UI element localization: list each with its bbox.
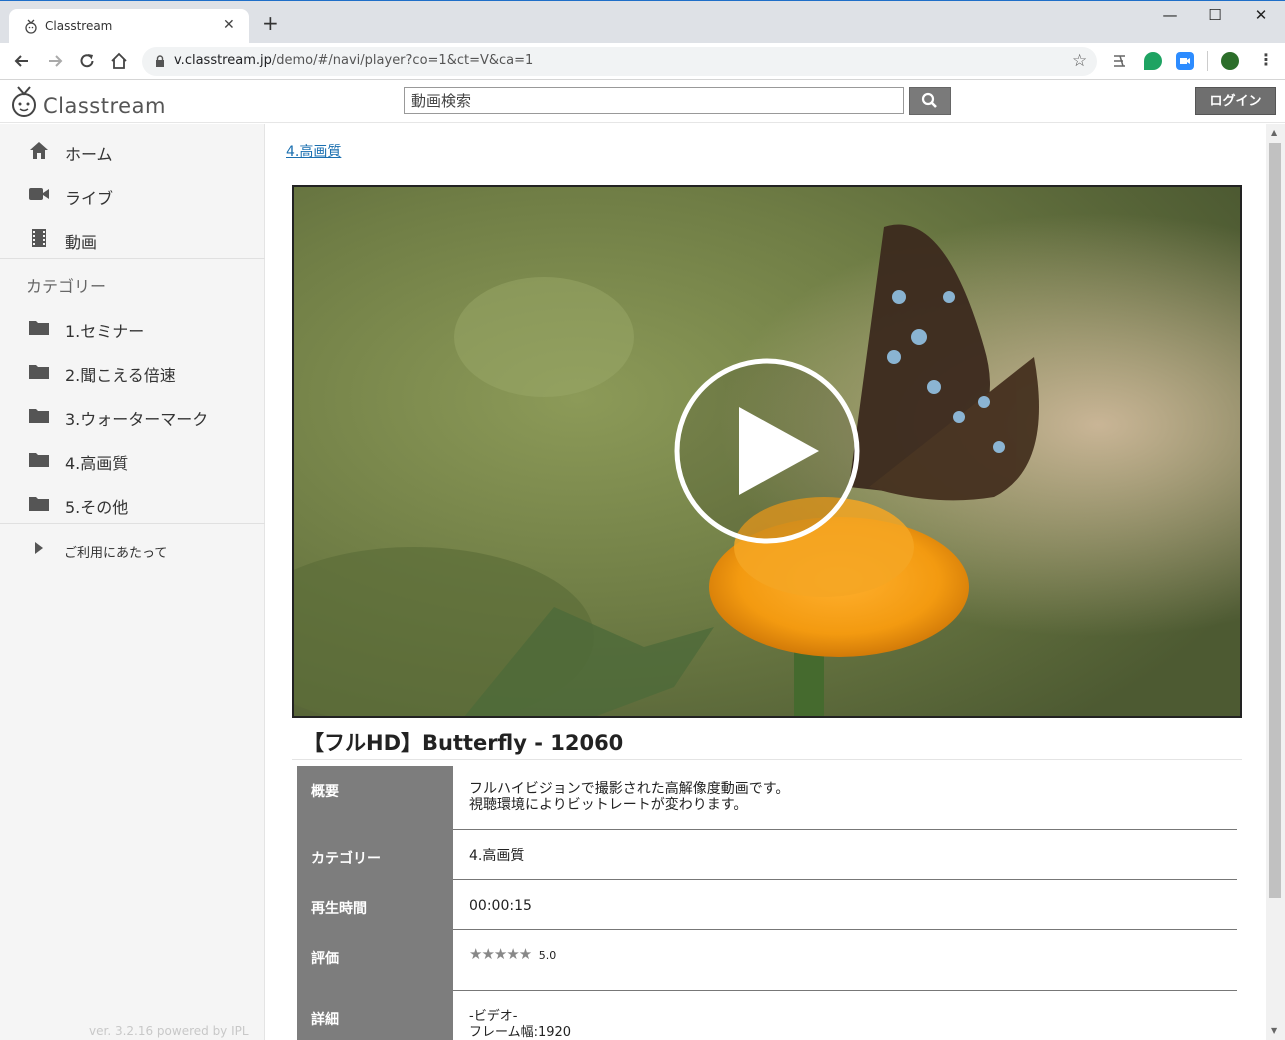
sidebar-item-live[interactable]: ライブ [0,174,265,214]
table-row: 評価 ★★★★★ 5.0 [297,930,1237,991]
video-search-input[interactable] [404,87,904,114]
extension-icon[interactable] [1111,52,1129,70]
scrollbar-thumb[interactable] [1269,143,1281,898]
sidebar: ホーム ライブ 動画 カテゴリー 1.セミナー 2.聞こえる倍速 3.ウォーター… [0,124,265,1040]
sidebar-item-about[interactable]: ご利用にあたって [0,530,265,570]
details-value-summary: フルハイビジョンで撮影された高解像度動画です。 視聴環境によりビットレートが変わ… [453,766,1237,830]
caret-right-icon [35,542,43,554]
url-text: v.classtream.jp/demo/#/navi/player?co=1&… [174,53,533,68]
sidebar-item-label: 4.高画質 [65,454,129,473]
sidebar-item-category-3[interactable]: 3.ウォーターマーク [0,395,265,435]
browser-tab[interactable]: Classtream ✕ [9,9,249,44]
details-head-summary: 概要 [297,766,453,830]
close-window-button[interactable]: ✕ [1251,6,1271,24]
tab-title: Classtream [45,19,113,33]
details-head-rating: 評価 [297,930,453,991]
url-path: /demo/#/navi/player?co=1&ct=V&ca=1 [271,53,534,68]
minimize-button[interactable]: — [1160,6,1180,24]
folder-icon [29,365,49,379]
about-label: ご利用にあたって [64,546,168,561]
maximize-button[interactable]: ☐ [1205,6,1225,24]
browser-tab-bar: Classtream ✕ + — ☐ ✕ [0,0,1285,44]
sidebar-item-label: 3.ウォーターマーク [65,410,209,429]
scroll-down-arrow-icon[interactable]: ▼ [1271,1026,1277,1035]
sidebar-item-category-2[interactable]: 2.聞こえる倍速 [0,351,265,391]
breadcrumb-link[interactable]: 4.高画質 [286,141,341,161]
details-value-duration: 00:00:15 [453,880,1237,930]
lock-icon [156,55,164,67]
table-row: 詳細 -ビデオ- フレーム幅:1920 [297,991,1237,1040]
summary-line-2: 視聴環境によりビットレートが変わります。 [469,797,748,813]
reload-icon[interactable] [77,51,97,71]
sidebar-item-label: ライブ [65,189,114,208]
table-row: 概要 フルハイビジョンで撮影された高解像度動画です。 視聴環境によりビットレート… [297,766,1237,830]
folder-icon [29,321,49,335]
app-header: Classtream ログイン [0,80,1285,123]
sidebar-item-category-4[interactable]: 4.高画質 [0,439,265,479]
browser-menu-icon[interactable]: ⋮ [1258,50,1274,69]
sidebar-divider [0,523,265,524]
video-player[interactable] [292,185,1242,718]
bookmark-star-icon[interactable]: ☆ [1072,51,1087,71]
logo-text: Classtream [43,94,166,118]
category-heading: カテゴリー [26,277,107,296]
home-icon [30,142,48,159]
details-value-category: 4.高画質 [453,830,1237,880]
detail-line-1: -ビデオ- [469,1009,518,1024]
search-button[interactable] [909,87,951,115]
video-camera-icon [29,188,49,200]
sidebar-item-home[interactable]: ホーム [0,130,265,170]
film-icon [32,229,46,247]
title-divider [292,759,1242,760]
browser-toolbar: v.classtream.jp/demo/#/navi/player?co=1&… [0,43,1285,80]
table-row: カテゴリー 4.高画質 [297,830,1237,880]
url-host: v.classtream.jp [174,53,272,68]
classtream-favicon-icon [25,19,37,34]
folder-icon [29,409,49,423]
version-text: ver. 3.2.16 powered by IPL [89,1024,249,1038]
zoom-extension-icon[interactable] [1176,52,1194,70]
classtream-logo-icon [12,86,36,117]
forward-arrow-icon[interactable] [45,51,65,71]
search-icon [921,92,937,108]
sidebar-item-label: ホーム [65,145,113,164]
scroll-up-arrow-icon[interactable]: ▲ [1271,128,1277,137]
rating-number: 5.0 [538,949,557,962]
home-page-icon[interactable] [109,51,129,71]
profile-avatar[interactable] [1221,52,1239,70]
classtream-logo[interactable]: Classtream [8,83,168,119]
page-scrollbar[interactable]: ▲ ▼ [1266,124,1285,1040]
sidebar-item-label: 5.その他 [65,498,129,517]
details-head-detail: 詳細 [297,991,453,1040]
back-arrow-icon[interactable] [12,51,32,71]
detail-line-2: フレーム幅:1920 [469,1025,572,1040]
sidebar-item-category-1[interactable]: 1.セミナー [0,307,265,347]
folder-icon [29,497,49,511]
hangouts-extension-icon[interactable] [1144,52,1162,70]
video-title: 【フルHD】Butterfly - 12060 [303,731,624,755]
new-tab-button[interactable]: + [262,13,279,33]
table-row: 再生時間 00:00:15 [297,880,1237,930]
details-value-detail: -ビデオ- フレーム幅:1920 [453,991,1237,1040]
sidebar-item-videos[interactable]: 動画 [0,218,265,258]
details-value-rating: ★★★★★ 5.0 [453,930,1237,991]
sidebar-item-label: 2.聞こえる倍速 [65,366,176,385]
summary-line-1: フルハイビジョンで撮影された高解像度動画です。 [469,781,790,797]
login-button[interactable]: ログイン [1195,87,1276,115]
address-bar[interactable]: v.classtream.jp/demo/#/navi/player?co=1&… [142,47,1097,76]
sidebar-item-label: 1.セミナー [65,322,145,341]
sidebar-divider [0,258,265,259]
sidebar-item-category-5[interactable]: 5.その他 [0,483,265,523]
toolbar-divider [1207,51,1208,71]
sidebar-item-label: 動画 [65,233,98,252]
video-thumbnail [294,187,1240,716]
star-rating-icon: ★★★★★ [469,945,532,963]
details-head-category: カテゴリー [297,830,453,880]
tab-close-icon[interactable]: ✕ [223,17,235,33]
folder-icon [29,453,49,467]
details-head-duration: 再生時間 [297,880,453,930]
